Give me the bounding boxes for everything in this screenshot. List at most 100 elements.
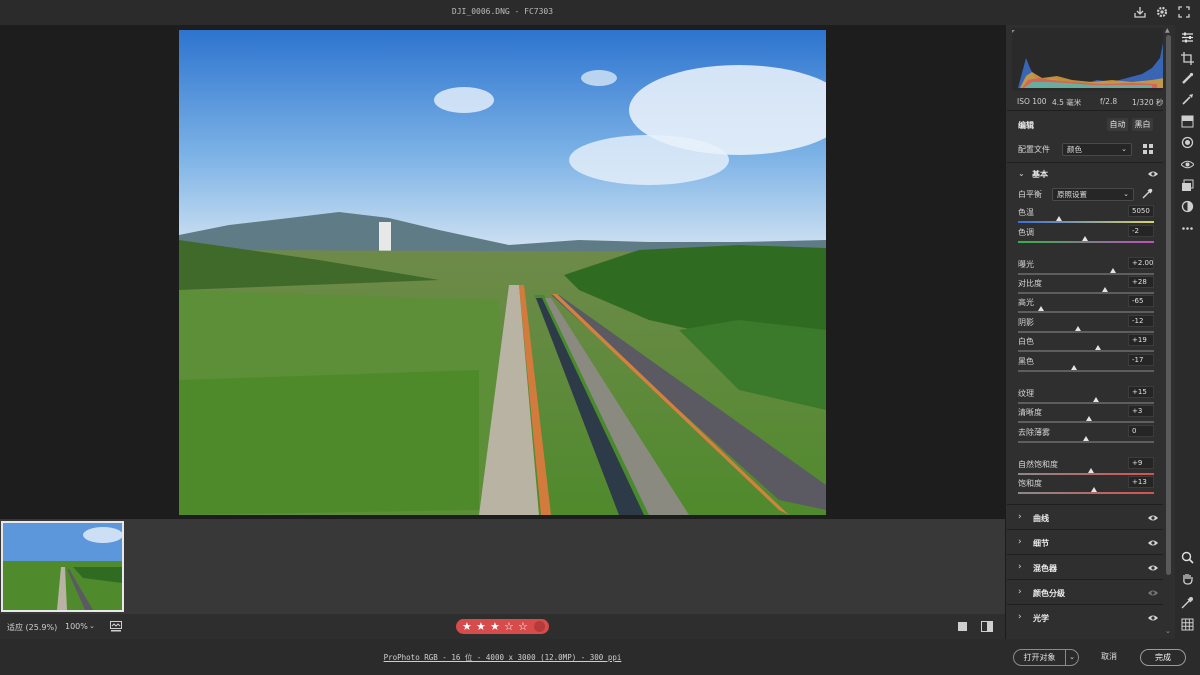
slider-value-input[interactable]: -2	[1128, 225, 1154, 237]
slider-value-input[interactable]: +19	[1128, 334, 1154, 346]
done-button[interactable]: 完成	[1140, 649, 1186, 666]
slider-thumb[interactable]	[1070, 365, 1077, 370]
chevron-down-icon[interactable]: ⌄	[1018, 169, 1025, 178]
slider-track[interactable]	[1018, 221, 1154, 223]
slider-thumb[interactable]	[1038, 306, 1045, 311]
photo-preview[interactable]	[179, 30, 826, 515]
open-options-dropdown[interactable]: ⌄	[1065, 649, 1079, 666]
star-empty-icon[interactable]: ☆	[518, 620, 528, 633]
slider-track[interactable]	[1018, 350, 1154, 352]
slider-value-input[interactable]: +3	[1128, 405, 1154, 417]
scroll-thumb[interactable]	[1166, 35, 1171, 575]
chevron-right-icon[interactable]: ›	[1018, 587, 1022, 597]
panel-section[interactable]: › 曲线	[1007, 504, 1164, 529]
reject-flag-icon[interactable]	[534, 621, 545, 632]
edit-sliders-icon[interactable]	[1181, 31, 1194, 44]
red-eye-icon[interactable]	[1181, 158, 1194, 171]
filmstrip-toggle-icon[interactable]	[110, 621, 122, 632]
chevron-right-icon[interactable]: ›	[1018, 562, 1022, 572]
slider-track[interactable]	[1018, 311, 1154, 313]
slider-track[interactable]	[1018, 492, 1154, 494]
slider-value-input[interactable]: 0	[1128, 425, 1154, 437]
slider-value-input[interactable]: +28	[1128, 276, 1154, 288]
slider-thumb[interactable]	[1055, 216, 1062, 221]
slider-track[interactable]	[1018, 241, 1154, 243]
chevron-right-icon[interactable]: ›	[1018, 612, 1022, 622]
slider-row[interactable]: 黑色 -17	[1018, 354, 1154, 375]
open-object-button[interactable]: 打开对象	[1013, 649, 1066, 666]
slider-track[interactable]	[1018, 402, 1154, 404]
profile-select[interactable]: 颜色 ⌄	[1062, 143, 1132, 156]
slider-value-input[interactable]: -12	[1128, 315, 1154, 327]
eye-icon[interactable]	[1148, 170, 1158, 178]
scroll-down-icon[interactable]: ⌄	[1165, 627, 1171, 635]
panel-section[interactable]: › 颜色分级	[1007, 579, 1164, 604]
slider-thumb[interactable]	[1095, 345, 1102, 350]
filmstrip-thumbnail[interactable]	[1, 521, 124, 612]
brush-icon[interactable]	[1181, 93, 1194, 106]
eye-icon[interactable]	[1148, 589, 1158, 597]
section-title[interactable]: 光学	[1033, 613, 1049, 624]
slider-thumb[interactable]	[1074, 326, 1081, 331]
white-balance-select[interactable]: 原照设置 ⌄	[1052, 188, 1134, 201]
eye-icon[interactable]	[1148, 514, 1158, 522]
auto-button[interactable]: 自动	[1107, 118, 1128, 131]
slider-value-input[interactable]: -17	[1128, 354, 1154, 366]
slider-value-input[interactable]: +13	[1128, 476, 1154, 488]
color-sampler-icon[interactable]	[1181, 596, 1194, 609]
slider-track[interactable]	[1018, 473, 1154, 475]
slider-value-input[interactable]: +15	[1128, 386, 1154, 398]
eye-icon[interactable]	[1148, 539, 1158, 547]
chevron-right-icon[interactable]: ›	[1018, 537, 1022, 547]
section-title[interactable]: 细节	[1033, 538, 1049, 549]
image-canvas[interactable]	[0, 25, 1005, 519]
slider-thumb[interactable]	[1102, 287, 1109, 292]
slider-thumb[interactable]	[1110, 268, 1117, 273]
slider-track[interactable]	[1018, 441, 1154, 443]
zoom-level[interactable]: 100%	[65, 622, 88, 631]
zoom-tool-icon[interactable]	[1181, 551, 1194, 564]
before-after-icon[interactable]	[981, 621, 993, 632]
slider-thumb[interactable]	[1092, 397, 1099, 402]
cancel-button[interactable]: 取消	[1089, 649, 1129, 666]
chevron-right-icon[interactable]: ›	[1018, 512, 1022, 522]
star-icon[interactable]: ★	[462, 620, 472, 633]
presets-icon[interactable]	[1181, 200, 1194, 213]
slider-row[interactable]: 去除薄雾 0	[1018, 425, 1154, 446]
slider-value-input[interactable]: +9	[1128, 457, 1154, 469]
slider-value-input[interactable]: +2.00	[1128, 257, 1154, 269]
star-icon[interactable]: ★	[490, 620, 500, 633]
radial-filter-icon[interactable]	[1181, 136, 1194, 149]
scroll-up-icon[interactable]: ▲	[1165, 27, 1170, 34]
slider-track[interactable]	[1018, 331, 1154, 333]
star-rating[interactable]: ★ ★ ★ ☆ ☆	[456, 619, 549, 634]
eye-icon[interactable]	[1148, 614, 1158, 622]
slider-row[interactable]: 清晰度 +3	[1018, 405, 1154, 426]
fullscreen-icon[interactable]	[1177, 5, 1191, 19]
panel-section[interactable]: › 混色器	[1007, 554, 1164, 579]
gear-icon[interactable]	[1155, 5, 1169, 19]
save-icon[interactable]	[1133, 5, 1147, 19]
more-icon[interactable]	[1181, 222, 1194, 235]
chevron-down-icon[interactable]: ⌄	[89, 622, 95, 630]
zoom-fit-label[interactable]: 适应 (25.9%)	[7, 622, 57, 633]
panel-section[interactable]: › 细节	[1007, 529, 1164, 554]
slider-row[interactable]: 白色 +19	[1018, 334, 1154, 355]
single-view-icon[interactable]	[957, 621, 968, 632]
panel-section[interactable]: › 光学	[1007, 604, 1164, 629]
slider-row[interactable]: 高光 -65	[1018, 295, 1154, 316]
slider-thumb[interactable]	[1091, 487, 1098, 492]
eyedropper-icon[interactable]	[1142, 188, 1153, 199]
crop-icon[interactable]	[1181, 52, 1194, 65]
star-icon[interactable]: ★	[476, 620, 486, 633]
slider-track[interactable]	[1018, 292, 1154, 294]
panel-scrollbar[interactable]: ▲ ⌄	[1163, 25, 1175, 639]
graduated-filter-icon[interactable]	[1181, 115, 1194, 128]
slider-thumb[interactable]	[1083, 436, 1089, 441]
workflow-options-link[interactable]: ProPhoto RGB - 16 位 - 4000 x 3000 (12.0M…	[0, 652, 1005, 663]
slider-row[interactable]: 饱和度 +13	[1018, 476, 1154, 497]
section-title[interactable]: 混色器	[1033, 563, 1057, 574]
section-title[interactable]: 颜色分级	[1033, 588, 1065, 599]
snapshots-icon[interactable]	[1181, 179, 1194, 192]
black-white-button[interactable]: 黑白	[1132, 118, 1153, 131]
